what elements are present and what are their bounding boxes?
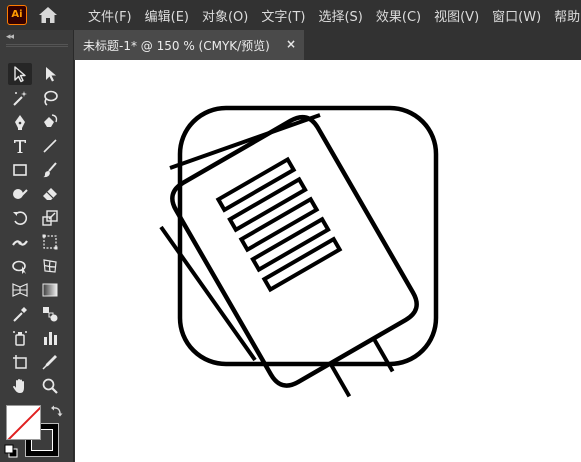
direct-selection-tool[interactable] — [38, 63, 62, 85]
app-logo: Ai — [7, 5, 27, 25]
fill-swatch[interactable] — [6, 405, 41, 440]
gradient-mesh-tool[interactable] — [38, 255, 62, 277]
document-tab[interactable]: 未标题-1* @ 150 % (CMYK/预览) × — [74, 30, 304, 60]
line-segment-tool[interactable] — [38, 135, 62, 157]
zoom-tool[interactable] — [38, 375, 62, 397]
shaper-tool[interactable] — [8, 183, 32, 205]
menu-edit[interactable]: 编辑(E) — [145, 6, 189, 25]
document-tab-title: 未标题-1* @ 150 % (CMYK/预览) — [83, 38, 270, 53]
menu-window[interactable]: 窗口(W) — [492, 6, 541, 25]
column-graph-tool[interactable] — [38, 327, 62, 349]
document-tab-strip: 未标题-1* @ 150 % (CMYK/预览) × — [74, 30, 581, 60]
type-tool[interactable] — [8, 135, 32, 157]
panel-grip[interactable] — [6, 44, 68, 47]
close-tab-button[interactable]: × — [286, 37, 296, 51]
symbol-sprayer-tool[interactable] — [8, 327, 32, 349]
artboard-tool[interactable] — [8, 351, 32, 373]
microphone-group[interactable] — [166, 111, 442, 425]
width-tool[interactable] — [8, 231, 32, 253]
artwork[interactable] — [75, 60, 581, 462]
curvature-tool[interactable] — [38, 111, 62, 133]
selection-tool[interactable] — [8, 63, 32, 85]
diagonal-line-path[interactable] — [159, 225, 257, 362]
collapse-panel-icon[interactable]: ◂◂ — [6, 32, 14, 42]
menu-type[interactable]: 文字(T) — [261, 6, 305, 25]
pen-tool[interactable] — [8, 111, 32, 133]
menu-file[interactable]: 文件(F) — [88, 6, 132, 25]
menu-help[interactable]: 帮助(H) — [554, 6, 581, 25]
swap-fill-stroke-icon[interactable] — [50, 404, 64, 418]
eraser-tool[interactable] — [38, 183, 62, 205]
eyedropper-tool[interactable] — [8, 303, 32, 325]
shape-builder-tool[interactable] — [8, 255, 32, 277]
slice-tool[interactable] — [38, 351, 62, 373]
free-transform-tool[interactable] — [38, 231, 62, 253]
lasso-tool[interactable] — [38, 87, 62, 109]
magic-wand-tool[interactable] — [8, 87, 32, 109]
stand-leg-path[interactable] — [371, 337, 395, 373]
hand-tool[interactable] — [8, 375, 32, 397]
artboard-canvas[interactable] — [75, 60, 581, 462]
rectangle-tool[interactable] — [8, 159, 32, 181]
tools-panel: ◂◂ — [0, 30, 74, 462]
menu-bar: Ai 文件(F) 编辑(E) 对象(O) 文字(T) 选择(S) 效果(C) 视… — [0, 0, 581, 30]
menu-object[interactable]: 对象(O) — [202, 6, 248, 25]
perspective-grid-tool[interactable] — [8, 279, 32, 301]
menu-effect[interactable]: 效果(C) — [376, 6, 421, 25]
home-icon[interactable] — [38, 6, 58, 24]
blend-tool[interactable] — [38, 303, 62, 325]
default-fill-stroke-icon[interactable] — [4, 444, 18, 458]
menu-view[interactable]: 视图(V) — [434, 6, 479, 25]
gradient-tool[interactable] — [38, 279, 62, 301]
rotate-tool[interactable] — [8, 207, 32, 229]
menu-select[interactable]: 选择(S) — [318, 6, 362, 25]
paintbrush-tool[interactable] — [38, 159, 62, 181]
scale-tool[interactable] — [38, 207, 62, 229]
stand-leg-path[interactable] — [328, 362, 352, 398]
